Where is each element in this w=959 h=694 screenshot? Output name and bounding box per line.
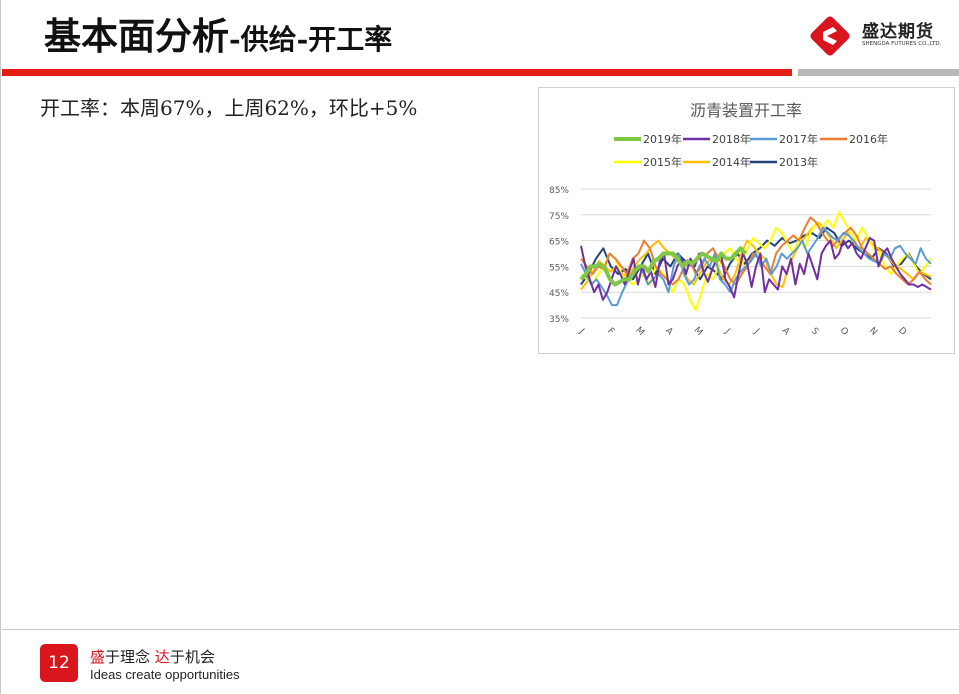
legend-label: 2013年: [779, 155, 818, 169]
logo-name: 盛达期货: [862, 22, 934, 42]
x-tick-label: S: [809, 326, 820, 337]
page-number-badge: 12: [40, 644, 78, 682]
slogan-chinese: 盛于理念 达于机会: [90, 646, 215, 667]
y-tick-label: 65%: [549, 238, 569, 248]
logo-english: SHENGDA FUTURES CO.,LTD.: [862, 41, 942, 47]
company-logo: 盛达期货 SHENGDA FUTURES CO.,LTD.: [806, 12, 946, 60]
y-tick-label: 75%: [549, 212, 569, 222]
operating-rate-summary: 开工率：本周67%，上周62%，环比+5%: [40, 96, 418, 120]
y-tick-label: 85%: [549, 186, 569, 196]
x-tick-label: F: [605, 326, 616, 337]
x-tick-label: M: [692, 325, 705, 338]
x-tick-label: J: [722, 327, 732, 337]
slogan-part1: 盛: [90, 648, 106, 666]
y-tick-label: 35%: [549, 315, 569, 325]
legend-label: 2018年: [712, 132, 751, 146]
legend-label: 2019年: [643, 132, 682, 146]
chart-title: 沥青装置开工率: [690, 101, 802, 120]
title-divider-gray: [798, 69, 959, 76]
x-tick-label: J: [751, 327, 761, 337]
footer-divider: [2, 629, 959, 630]
x-tick-label: O: [838, 326, 850, 338]
y-tick-label: 45%: [549, 289, 569, 299]
x-tick-label: D: [896, 326, 908, 338]
page-title: 基本面分析-供给-开工率: [44, 8, 392, 64]
x-tick-label: A: [663, 326, 675, 338]
legend-label: 2015年: [643, 155, 682, 169]
legend-label: 2016年: [849, 132, 888, 146]
legend-label: 2014年: [712, 155, 751, 169]
title-main: 基本面分析: [44, 14, 229, 58]
line-chart: 沥青装置开工率 2019年 2018年 2017年 2016年 2015年 2014年 201…: [549, 101, 932, 338]
legend-label: 2017年: [779, 132, 818, 146]
slogan-part3: 达: [154, 648, 170, 666]
slogan-part2: 于理念: [105, 648, 155, 666]
slogan-part4: 于机会: [169, 648, 215, 666]
title-divider-red: [2, 69, 792, 76]
slogan-english: Ideas create opportunities: [90, 667, 240, 682]
x-tick-label: J: [576, 327, 586, 337]
logo-diamond-icon: [810, 16, 850, 56]
chart-container: 沥青装置开工率 2019年 2018年 2017年 2016年 2015年 2014年 201…: [538, 87, 955, 354]
x-tick-label: N: [867, 326, 879, 338]
y-tick-label: 55%: [549, 263, 569, 273]
x-tick-label: A: [780, 326, 792, 338]
page-left-border: [0, 0, 1, 694]
title-sub: -供给-开工率: [229, 23, 393, 56]
x-tick-label: M: [633, 325, 646, 338]
